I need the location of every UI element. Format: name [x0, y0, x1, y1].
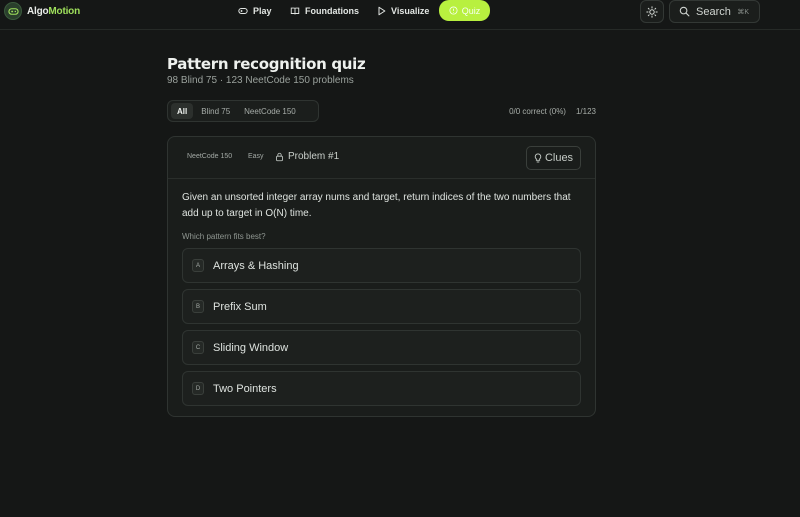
brand-name-part1: Algo: [27, 5, 49, 17]
answer-option-b[interactable]: B Prefix Sum: [182, 289, 581, 324]
brand-name: AlgoMotion: [27, 6, 80, 17]
question-text: Given an unsorted integer array nums and…: [182, 192, 571, 219]
play-icon: [378, 6, 386, 15]
correct-count: 0/0 correct (0%): [509, 107, 566, 116]
lock-icon: [276, 152, 283, 161]
option-label: Sliding Window: [213, 341, 289, 354]
filter-tab-blind-75[interactable]: Blind 75: [195, 103, 236, 119]
nav-visualize-label: Visualize: [391, 5, 430, 16]
nav-quiz-label: Quiz: [461, 5, 481, 16]
top-nav-bar: AlgoMotion Play Foundations Visualize Qu…: [0, 0, 800, 30]
problem-title: Problem #1: [275, 151, 339, 162]
search-shortcut: ⌘K: [737, 8, 749, 16]
option-letter: C: [192, 341, 204, 354]
filter-tab-all[interactable]: All: [171, 103, 194, 119]
source-tag: NeetCode 150: [187, 153, 233, 160]
nav-foundations-label: Foundations: [305, 5, 359, 16]
nav-visualize[interactable]: Visualize: [377, 0, 429, 21]
nav-quiz[interactable]: Quiz: [439, 0, 490, 21]
option-letter: D: [192, 382, 204, 395]
question-prompt: Which pattern fits best?: [182, 232, 266, 241]
gamepad-icon: [238, 7, 248, 14]
nav-play[interactable]: Play: [238, 0, 272, 21]
progress-count: 1/123: [575, 107, 596, 116]
problem-number: Problem #1: [288, 151, 340, 162]
option-letter: B: [192, 300, 204, 313]
difficulty-tag: Easy: [248, 153, 264, 160]
quiz-card-header: NeetCode 150 Easy Problem #1 Clues: [168, 137, 595, 179]
quiz-card: NeetCode 150 Easy Problem #1 Clues Given…: [167, 136, 596, 417]
clues-button[interactable]: Clues: [526, 146, 581, 170]
nav-play-label: Play: [253, 5, 272, 16]
brand-name-part2: Motion: [48, 5, 80, 17]
theme-toggle-button[interactable]: [640, 0, 664, 23]
answer-option-a[interactable]: A Arrays & Hashing: [182, 248, 581, 283]
page-title: Pattern recognition quiz: [167, 55, 366, 73]
search-icon: [679, 6, 690, 17]
option-label: Arrays & Hashing: [213, 259, 299, 272]
answer-option-d[interactable]: D Two Pointers: [182, 371, 581, 406]
sun-icon: [646, 5, 658, 18]
page-subtitle: 98 Blind 75 · 123 NeetCode 150 problems: [167, 75, 354, 86]
option-letter: A: [192, 259, 204, 272]
nav-foundations[interactable]: Foundations: [290, 0, 359, 21]
option-label: Two Pointers: [213, 382, 277, 395]
clues-label: Clues: [544, 152, 574, 164]
search-button[interactable]: Search ⌘K: [669, 0, 760, 23]
gamepad-logo-icon: [4, 2, 22, 20]
brand[interactable]: AlgoMotion: [4, 2, 80, 20]
answer-option-c[interactable]: C Sliding Window: [182, 330, 581, 365]
quiz-stats: 0/0 correct (0%) 1/123: [509, 107, 596, 116]
filter-tab-neetcode-150[interactable]: NeetCode 150: [238, 103, 302, 119]
filter-tabs: All Blind 75 NeetCode 150: [167, 100, 319, 122]
search-label: Search: [696, 5, 731, 18]
quiz-icon: [449, 6, 458, 15]
option-label: Prefix Sum: [213, 300, 267, 313]
book-icon: [290, 7, 300, 14]
lightbulb-icon: [534, 152, 542, 162]
